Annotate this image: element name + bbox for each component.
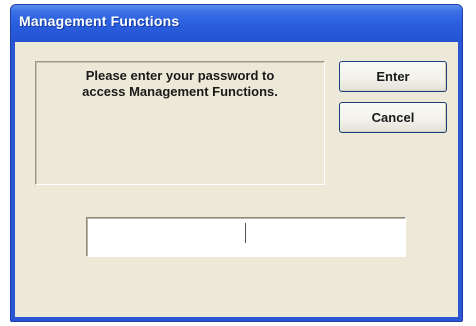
cancel-button[interactable]: Cancel bbox=[339, 102, 447, 133]
text-caret bbox=[245, 223, 246, 243]
password-prompt-text: Please enter your password to access Man… bbox=[82, 68, 278, 99]
management-functions-dialog: Management Functions Please enter your p… bbox=[10, 4, 463, 322]
window-title: Management Functions bbox=[19, 13, 180, 29]
password-input[interactable] bbox=[86, 217, 406, 257]
title-bar[interactable]: Management Functions bbox=[11, 5, 462, 42]
message-panel: Please enter your password to access Man… bbox=[35, 61, 325, 185]
dialog-body: Please enter your password to access Man… bbox=[15, 42, 458, 317]
enter-button[interactable]: Enter bbox=[339, 61, 447, 92]
